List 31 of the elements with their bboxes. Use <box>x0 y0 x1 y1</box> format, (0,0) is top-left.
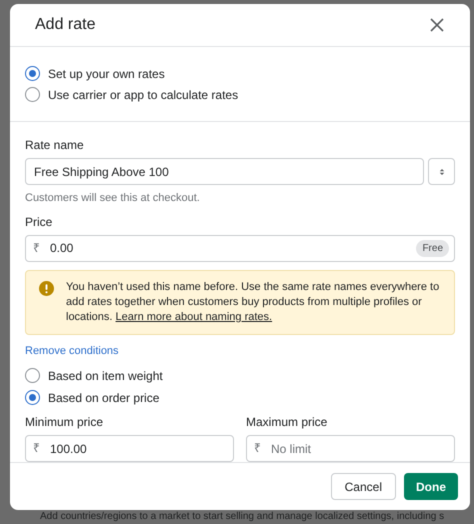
cancel-button[interactable]: Cancel <box>330 473 396 500</box>
field-label: Price <box>25 214 54 231</box>
warning-message: You haven’t used this name before. Use the same rate names everywhere to add rates together when customers buy products from multiple profiles or locations. Learn more about naming rates. <box>66 280 440 325</box>
remove-conditions-link[interactable]: Remove conditions <box>25 342 119 360</box>
option-label: Based on item weight <box>48 368 163 385</box>
sort-icon <box>438 168 444 176</box>
currency-symbol: ₹ <box>254 441 261 456</box>
close-icon[interactable] <box>429 17 445 34</box>
option-label: Use carrier or app to calculate rates <box>48 86 238 104</box>
help-text: Customers will see this at checkout. <box>25 191 201 206</box>
naming-rates-link[interactable]: Learn more about naming rates. <box>116 310 272 323</box>
radio-option[interactable]: Based on item weight <box>25 365 455 386</box>
radio-button[interactable] <box>25 390 40 406</box>
dialog-title: Add rate <box>35 15 96 36</box>
radio-option[interactable]: Based on order price <box>25 387 455 408</box>
field-label: Rate name <box>25 137 85 154</box>
field-label: Maximum price <box>246 414 328 432</box>
radio-option[interactable]: Set up your own rates <box>25 63 455 84</box>
warning-icon <box>39 280 54 296</box>
currency-symbol: ₹ <box>33 441 40 456</box>
option-label: Based on order price <box>48 390 160 407</box>
done-button[interactable]: Done <box>404 473 458 500</box>
currency-symbol: ₹ <box>33 240 40 256</box>
background-text: Add countries/regions to a market to start selling and manage localized settings, including s <box>39 510 446 524</box>
radio-button[interactable] <box>25 66 40 82</box>
radio-option[interactable]: Use carrier or app to calculate rates <box>25 84 455 106</box>
option-label: Set up your own rates <box>48 66 165 83</box>
radio-button[interactable] <box>25 87 40 102</box>
field-label: Minimum price <box>25 414 104 432</box>
radio-button[interactable] <box>25 368 40 384</box>
rate-name-field[interactable]: Free Shipping Above 100 <box>25 158 424 186</box>
